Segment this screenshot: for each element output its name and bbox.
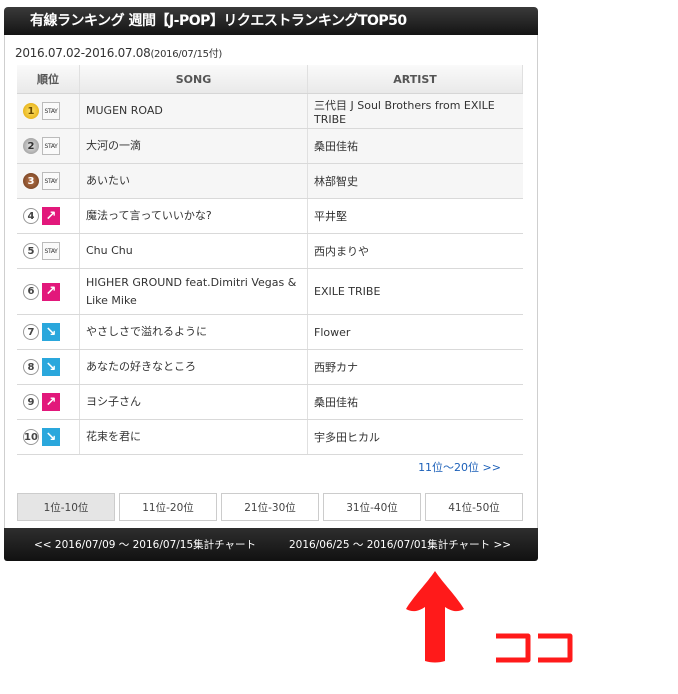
artist-name[interactable]: EXILE TRIBE (307, 268, 523, 315)
rank-number: 3 (23, 173, 39, 189)
rank-cell: 7 ↘ (17, 314, 80, 350)
rank-number: 8 (23, 359, 39, 375)
song-title[interactable]: あいたい (79, 163, 308, 199)
rank-number: 5 (23, 243, 39, 259)
rank-cell: 6 ↗ (17, 268, 80, 315)
trend-up-icon: ↗ (42, 393, 60, 411)
rank-number: 9 (23, 394, 39, 410)
table-row[interactable]: 7 ↘ やさしさで溢れるように Flower (17, 314, 523, 350)
rank-number: 4 (23, 208, 39, 224)
song-title[interactable]: あなたの好きなところ (79, 349, 308, 385)
rank-cell: 4 ↗ (17, 198, 80, 234)
trend-down-icon: ↘ (42, 358, 60, 376)
rank-number: 6 (23, 283, 39, 300)
page-tabs: 1位-10位 11位-20位 21位-30位 31位-40位 41位-50位 (17, 493, 523, 521)
next-page-link[interactable]: 11位〜20位 >> (418, 459, 501, 475)
panel-title: 有線ランキング 週間【J-POP】リクエストランキングTOP50 (4, 7, 538, 35)
period-updated: (2016/07/15付) (150, 49, 222, 60)
chart-nav-footer: << 2016/07/09 〜 2016/07/15集計チャート 2016/06… (4, 528, 538, 561)
song-title[interactable]: 魔法って言っていいかな? (79, 198, 308, 234)
stay-icon: STAY (42, 242, 60, 260)
rank-number: 1 (23, 103, 39, 119)
table-row[interactable]: 6 ↗ HIGHER GROUND feat.Dimitri Vegas & Lik… (17, 268, 523, 315)
stay-icon: STAY (42, 172, 60, 190)
koko-annotation (496, 633, 573, 663)
trend-down-icon: ↘ (42, 323, 60, 341)
song-title[interactable]: HIGHER GROUND feat.Dimitri Vegas & Like … (79, 268, 308, 315)
up-arrow-icon (406, 571, 464, 663)
song-title[interactable]: やさしさで溢れるように (79, 314, 308, 350)
song-title[interactable]: 花束を君に (79, 419, 308, 455)
tab-41-50[interactable]: 41位-50位 (425, 493, 523, 521)
artist-name[interactable]: 西内まりや (307, 233, 523, 269)
rank-number: 7 (23, 324, 39, 340)
table-row[interactable]: 9 ↗ ヨシ子さん 桑田佳祐 (17, 384, 523, 420)
artist-name[interactable]: 平井堅 (307, 198, 523, 234)
tab-11-20[interactable]: 11位-20位 (119, 493, 217, 521)
tab-1-10[interactable]: 1位-10位 (17, 493, 115, 521)
stay-icon: STAY (42, 102, 60, 120)
song-title[interactable]: Chu Chu (79, 233, 308, 269)
song-title[interactable]: ヨシ子さん (79, 384, 308, 420)
rank-cell: 3 STAY (17, 163, 80, 199)
artist-name[interactable]: 桑田佳祐 (307, 384, 523, 420)
header-artist: ARTIST (307, 65, 523, 94)
rank-number: 2 (23, 138, 39, 154)
panel-body: 2016.07.02-2016.07.08(2016/07/15付) 順位 SO… (4, 35, 538, 528)
header-rank: 順位 (17, 65, 80, 94)
artist-name[interactable]: 林部智史 (307, 163, 523, 199)
artist-name[interactable]: 桑田佳祐 (307, 128, 523, 164)
ranking-panel: 有線ランキング 週間【J-POP】リクエストランキングTOP50 2016.07… (4, 7, 538, 562)
prev-chart-link[interactable]: << 2016/07/09 〜 2016/07/15集計チャート (34, 537, 256, 552)
table-row[interactable]: 10 ↘ 花束を君に 宇多田ヒカル (17, 419, 523, 455)
rank-cell: 9 ↗ (17, 384, 80, 420)
period-range: 2016.07.02-2016.07.08 (15, 46, 151, 60)
artist-name[interactable]: 三代目 J Soul Brothers from EXILE TRIBE (307, 93, 523, 129)
trend-up-icon: ↗ (42, 282, 60, 301)
artist-name[interactable]: Flower (307, 314, 523, 350)
tab-31-40[interactable]: 31位-40位 (323, 493, 421, 521)
rank-cell: 8 ↘ (17, 349, 80, 385)
table-row[interactable]: 2 STAY 大河の一滴 桑田佳祐 (17, 128, 523, 164)
rank-number: 10 (23, 429, 39, 445)
artist-name[interactable]: 西野カナ (307, 349, 523, 385)
table-row[interactable]: 4 ↗ 魔法って言っていいかな? 平井堅 (17, 198, 523, 234)
ranking-table: 順位 SONG ARTIST 1 STAY MUGEN ROAD 三代目 J Soul… (17, 65, 523, 455)
rank-cell: 10 ↘ (17, 419, 80, 455)
rank-cell: 1 STAY (17, 93, 80, 129)
song-title[interactable]: MUGEN ROAD (79, 93, 308, 129)
stay-icon: STAY (42, 137, 60, 155)
rank-cell: 5 STAY (17, 233, 80, 269)
period-label: 2016.07.02-2016.07.08(2016/07/15付) (15, 45, 222, 60)
next-chart-link[interactable]: 2016/06/25 〜 2016/07/01集計チャート >> (289, 537, 511, 552)
trend-up-icon: ↗ (42, 207, 60, 225)
table-row[interactable]: 1 STAY MUGEN ROAD 三代目 J Soul Brothers from … (17, 93, 523, 129)
tab-21-30[interactable]: 21位-30位 (221, 493, 319, 521)
song-title[interactable]: 大河の一滴 (79, 128, 308, 164)
table-row[interactable]: 5 STAY Chu Chu 西内まりや (17, 233, 523, 269)
table-row[interactable]: 3 STAY あいたい 林部智史 (17, 163, 523, 199)
artist-name[interactable]: 宇多田ヒカル (307, 419, 523, 455)
table-row[interactable]: 8 ↘ あなたの好きなところ 西野カナ (17, 349, 523, 385)
header-song: SONG (79, 65, 308, 94)
rank-cell: 2 STAY (17, 128, 80, 164)
trend-down-icon: ↘ (42, 428, 60, 446)
